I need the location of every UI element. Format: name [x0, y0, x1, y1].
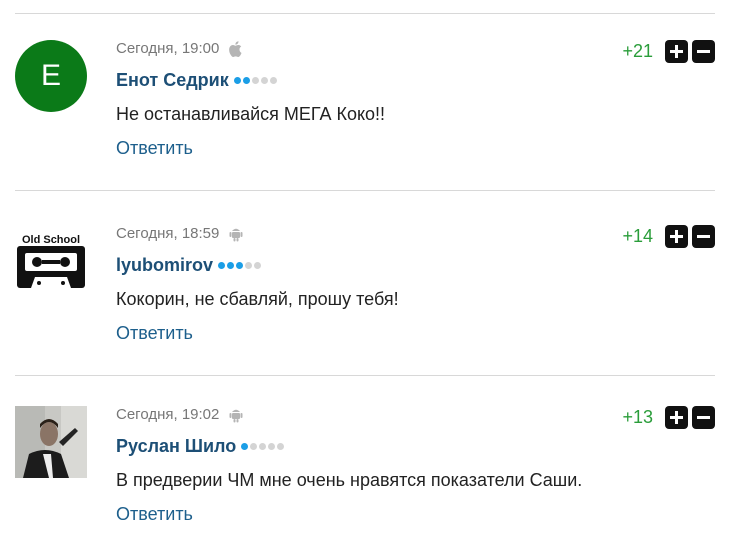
downvote-button[interactable] — [692, 406, 715, 429]
rating-dot — [227, 262, 235, 269]
rating-dot — [259, 443, 267, 450]
minus-icon — [697, 235, 710, 238]
reply-link[interactable]: Ответить — [116, 138, 193, 159]
rating-dots — [218, 262, 263, 269]
comment-time: Сегодня, 19:02 — [116, 406, 220, 423]
rating-dot — [233, 77, 241, 84]
divider-1 — [15, 190, 715, 191]
author-name[interactable]: lyubomirov — [116, 255, 213, 276]
comment-meta: Сегодня, 18:59 — [116, 225, 243, 242]
vote-controls: +13 — [622, 406, 715, 429]
vote-controls: +21 — [622, 40, 715, 63]
rating-dots — [241, 443, 286, 450]
comment-time: Сегодня, 18:59 — [116, 225, 220, 242]
author-row: lyubomirov — [116, 255, 263, 276]
comment-meta: Сегодня, 19:02 — [116, 406, 243, 423]
rating-dots — [233, 77, 279, 84]
author-row: Руслан Шило — [116, 436, 286, 457]
minus-icon — [697, 50, 710, 53]
reply-link[interactable]: Ответить — [116, 504, 193, 525]
rating-dot — [218, 262, 226, 269]
rating-dot — [236, 262, 244, 269]
vote-score: +21 — [622, 41, 653, 61]
avatar[interactable]: E — [15, 40, 87, 112]
rating-dot — [250, 443, 258, 450]
plus-icon — [670, 411, 683, 424]
divider-top — [15, 13, 715, 14]
rating-dot — [251, 77, 259, 84]
comment-text: В предверии ЧМ мне очень нравятся показа… — [116, 470, 583, 490]
author-row: Енот Седрик — [116, 70, 279, 91]
avatar[interactable]: Old School — [15, 229, 87, 301]
vote-controls: +14 — [622, 225, 715, 248]
rating-dot — [242, 77, 250, 84]
divider-2 — [15, 375, 715, 376]
upvote-button[interactable] — [665, 225, 688, 248]
rating-dot — [254, 262, 262, 269]
comment-text: Кокорин, не сбавляй, прошу тебя! — [116, 289, 399, 309]
rating-dot — [268, 443, 276, 450]
author-name[interactable]: Руслан Шило — [116, 436, 236, 457]
apple-icon — [229, 40, 243, 57]
rating-dot — [245, 262, 253, 269]
rating-dot — [241, 443, 249, 450]
avatar[interactable] — [15, 406, 87, 478]
downvote-button[interactable] — [692, 40, 715, 63]
photo-avatar-image — [15, 406, 87, 478]
upvote-button[interactable] — [665, 406, 688, 429]
vote-score: +13 — [622, 407, 653, 427]
avatar-letter: E — [40, 59, 61, 92]
comment-meta: Сегодня, 19:00 — [116, 40, 243, 57]
rating-dot — [260, 77, 268, 84]
cassette-avatar-image: Old School — [17, 234, 85, 288]
rating-dot — [277, 443, 285, 450]
plus-icon — [670, 230, 683, 243]
rating-dot — [269, 77, 277, 84]
upvote-button[interactable] — [665, 40, 688, 63]
plus-icon — [670, 45, 683, 58]
avatar-caption: Old School — [22, 234, 80, 246]
comment-text: Не останавливайся МЕГА Коко!! — [116, 104, 386, 124]
minus-icon — [697, 416, 710, 419]
downvote-button[interactable] — [692, 225, 715, 248]
author-name[interactable]: Енот Седрик — [116, 70, 229, 91]
reply-link[interactable]: Ответить — [116, 323, 193, 344]
android-icon — [229, 226, 243, 242]
vote-score: +14 — [622, 226, 653, 246]
android-icon — [229, 407, 243, 423]
comment-time: Сегодня, 19:00 — [116, 40, 220, 57]
